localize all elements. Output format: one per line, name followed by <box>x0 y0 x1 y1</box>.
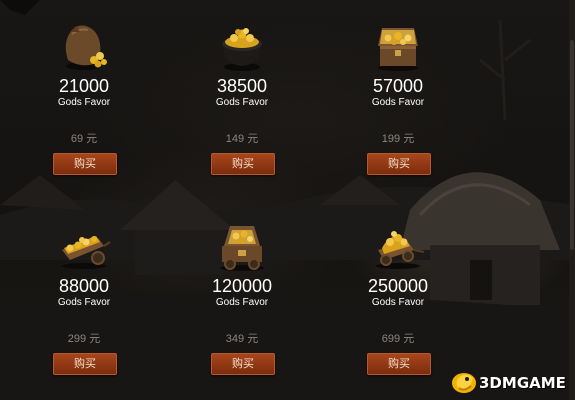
coin-wheelbarrow-icon <box>62 236 111 269</box>
currency-label: Gods Favor <box>371 97 425 108</box>
currency-label: Gods Favor <box>215 297 269 308</box>
amount: 38500 <box>216 76 268 96</box>
coin-pot-icon <box>222 28 262 71</box>
price: 149 元 <box>225 133 259 145</box>
pack-card: 57000 Gods Favor 199 元 购买 <box>318 20 478 200</box>
buy-button[interactable]: 购买 <box>367 153 431 175</box>
buy-button[interactable]: 购买 <box>53 153 117 175</box>
scrollbar-thumb[interactable] <box>570 40 574 250</box>
buy-button[interactable]: 购买 <box>367 353 431 375</box>
treasure-chest-icon <box>378 28 418 71</box>
price: 199 元 <box>381 133 415 145</box>
amount: 21000 <box>58 76 110 96</box>
price: 299 元 <box>67 333 101 345</box>
buy-button[interactable]: 购买 <box>53 353 117 375</box>
currency-label: Gods Favor <box>371 297 425 308</box>
watermark: 3DMGAME <box>449 368 569 396</box>
pack-card: 88000 Gods Favor 299 元 购买 <box>4 220 164 400</box>
coin-cart-icon <box>220 226 264 271</box>
amount: 57000 <box>372 76 424 96</box>
watermark-text: 3DMGAME <box>479 374 566 392</box>
buy-button[interactable]: 购买 <box>211 353 275 375</box>
currency-label: Gods Favor <box>215 97 269 108</box>
pack-card: 21000 Gods Favor 69 元 购买 <box>4 20 164 200</box>
coin-wagon-icon <box>376 231 425 269</box>
price: 349 元 <box>225 333 259 345</box>
price: 69 元 <box>70 133 98 145</box>
watermark-logo-icon <box>452 373 476 393</box>
pack-card: 38500 Gods Favor 149 元 购买 <box>162 20 322 200</box>
currency-label: Gods Favor <box>57 297 111 308</box>
currency-label: Gods Favor <box>57 97 111 108</box>
store-panel: 21000 Gods Favor 69 元 购买 38500 Gods Favo… <box>0 0 575 400</box>
amount: 250000 <box>367 276 429 296</box>
coin-sack-icon <box>65 25 107 70</box>
scrollbar[interactable] <box>569 0 575 400</box>
buy-button[interactable]: 购买 <box>211 153 275 175</box>
pack-card: 120000 Gods Favor 349 元 购买 <box>162 220 322 400</box>
price: 699 元 <box>381 333 415 345</box>
amount: 120000 <box>211 276 273 296</box>
amount: 88000 <box>58 276 110 296</box>
